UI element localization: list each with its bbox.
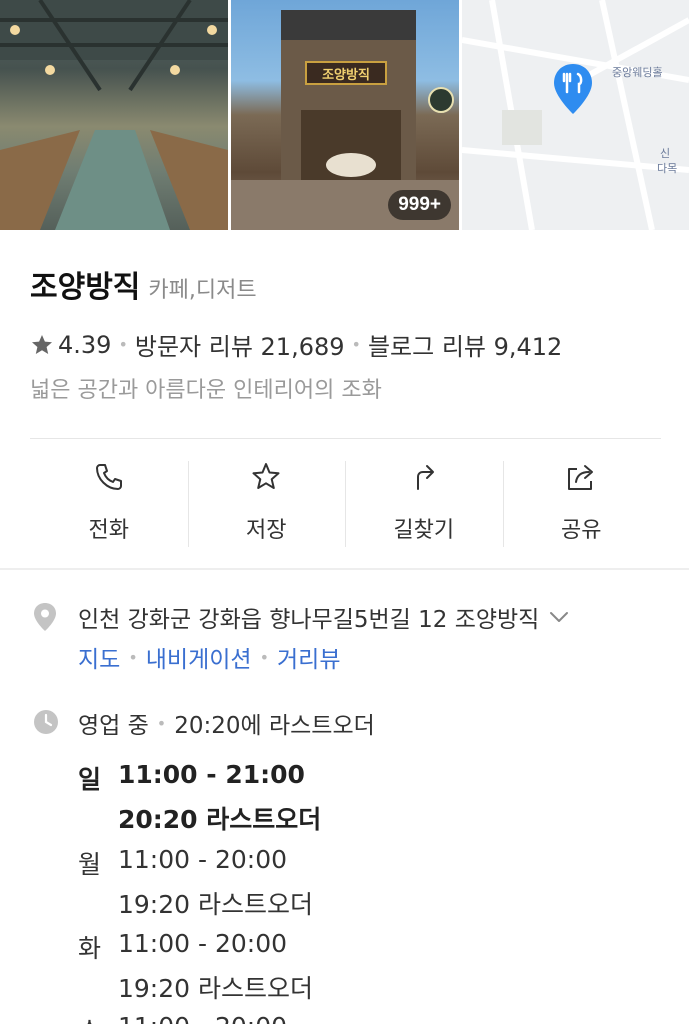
share-label: 공유 [561,518,602,543]
day-hours: 11:00 - 20:00 [118,1012,287,1024]
visitor-reviews-link[interactable]: 방문자 리뷰 21,689 [135,327,345,362]
call-button[interactable]: 전화 [30,455,188,550]
place-header: 조양방직 카페,디저트 [30,262,257,306]
share-button[interactable]: 공유 [502,455,661,550]
map-thumbnail[interactable]: 중앙웨딩홀 신 다목 [462,0,689,230]
action-bar: 전화 저장 길찾기 공유 [30,455,660,550]
location-pin-icon [34,603,56,631]
address-text: 인천 강화군 강화읍 향나무길5번길 12 조양방직 [78,607,540,633]
map-pin-icon [554,64,592,114]
day-last-order: 19:20 라스트오더 [118,890,313,919]
open-status: 영업 중 [78,713,149,739]
directions-icon [416,465,434,490]
map-label-partial-1: 신 [660,147,671,160]
divider [30,438,661,439]
clock-icon [34,710,58,734]
hours-status-wrap: 영업 중 • 20:20에 라스트오더 [78,706,375,740]
day-hours: 11:00 - 20:00 [118,929,288,958]
address-links: 지도 • 내비게이션 • 거리뷰 [78,640,341,674]
day-label: 수 [78,1012,101,1024]
navigation-link[interactable]: 내비게이션 [146,640,252,674]
directions-button[interactable]: 길찾기 [345,455,503,550]
map-link[interactable]: 지도 [78,640,120,674]
section-divider [0,568,689,570]
call-label: 전화 [88,518,129,543]
address-text-wrap: 인천 강화군 강화읍 향나무길5번길 12 조양방직 [78,600,571,634]
place-description: 넓은 공간과 아름다운 인테리어의 조화 [30,378,382,403]
blog-reviews-link[interactable]: 블로그 리뷰 9,412 [368,327,562,362]
phone-icon [95,464,122,490]
sign-text: 조양방직 [322,67,370,83]
interior-photo-graphic [0,0,228,230]
day-hours: 11:00 - 21:00 [118,760,305,789]
separator-dot: • [128,647,138,667]
last-order-note: 20:20에 라스트오더 [174,713,375,739]
save-button[interactable]: 저장 [187,455,346,550]
save-label: 저장 [246,518,287,543]
day-hours: 11:00 - 20:00 [118,845,288,874]
share-icon [568,465,594,490]
photo-entrance[interactable]: 조양방직 999+ [231,0,459,230]
photo-strip[interactable]: 조양방직 999+ 중앙웨딩홀 신 다목 [0,0,689,230]
stats-row: 4.39 • 방문자 리뷰 21,689 • 블로그 리뷰 9,412 [30,327,562,362]
separator-dot: • [259,647,270,667]
day-label: 월 [78,850,102,879]
map-label-partial-2: 다목 [657,162,678,175]
map-label-wedding-hall: 중앙웨딩홀 [612,66,663,79]
street-view-link[interactable]: 거리뷰 [277,640,340,674]
photo-interior[interactable] [0,0,228,230]
separator-dot: • [118,335,128,354]
rating-value: 4.39 [58,330,112,359]
star-icon [252,463,280,489]
day-last-order: 19:20 라스트오더 [118,974,313,1003]
day-last-order: 20:20 라스트오더 [118,805,322,834]
separator-dot: • [351,335,361,354]
chevron-down-icon[interactable] [547,605,571,629]
day-label: 일 [78,765,102,794]
more-photos-badge[interactable]: 999+ [388,190,451,220]
day-label: 화 [78,934,102,963]
separator-dot: • [156,713,167,733]
place-name: 조양방직 [30,270,141,305]
rating-star-icon [32,334,52,354]
directions-label: 길찾기 [393,518,455,543]
place-category: 카페,디저트 [148,278,257,303]
